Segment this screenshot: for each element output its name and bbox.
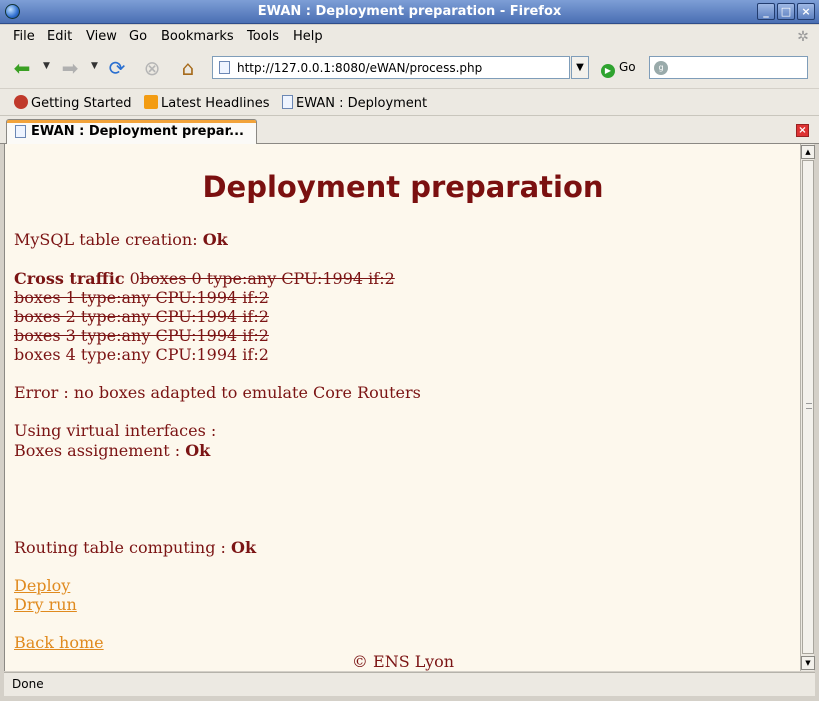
page-title: Deployment preparation — [202, 170, 604, 204]
mysql-status: Ok — [202, 230, 228, 249]
menu-help[interactable]: Help — [293, 29, 323, 44]
deploy-link[interactable]: Deploy — [14, 576, 70, 595]
cross-traffic-count: 0 — [129, 269, 140, 288]
page-icon — [219, 61, 230, 74]
box-line-2: boxes 2 type:any CPU:1994 if:2 — [14, 307, 269, 326]
page-icon — [282, 95, 293, 109]
close-tab-icon[interactable]: × — [796, 124, 809, 137]
tab-ewan-deployment[interactable]: EWAN : Deployment prepar... — [6, 119, 257, 145]
boxes-assignment-label: Boxes assignement : — [14, 441, 181, 460]
firefox-icon — [14, 95, 28, 109]
go-label: Go — [619, 60, 636, 74]
cross-traffic-label: Cross traffic — [14, 269, 125, 288]
forward-dropdown-icon[interactable]: ▼ — [91, 61, 98, 71]
minimize-button[interactable]: _ — [757, 3, 775, 20]
maximize-button[interactable]: □ — [777, 3, 795, 20]
window-titlebar[interactable]: EWAN : Deployment preparation - Firefox … — [0, 0, 819, 24]
search-input[interactable] — [678, 59, 803, 76]
url-input[interactable] — [237, 59, 565, 76]
box-line-0: boxes 0 type:any CPU:1994 if:2 — [139, 269, 395, 288]
navigation-toolbar: ⬅ ▼ ➡ ▼ ⟳ ⊗ ⌂ ▼ ▶ Go g — [0, 48, 819, 88]
box-line-3: boxes 3 type:any CPU:1994 if:2 — [14, 326, 269, 345]
box-line-4: boxes 4 type:any CPU:1994 if:2 — [14, 345, 269, 364]
vertical-scrollbar[interactable]: ▲ ▼ — [800, 144, 815, 671]
back-home-link[interactable]: Back home — [14, 633, 104, 652]
go-arrow-icon: ▶ — [601, 64, 615, 78]
scroll-thumb[interactable] — [802, 160, 814, 654]
footer-copyright: © ENS Lyon — [351, 652, 455, 671]
error-message: Error : no boxes adapted to emulate Core… — [14, 383, 421, 402]
search-engine-icon[interactable]: g — [654, 61, 668, 75]
routing-line: Routing table computing : Ok — [14, 538, 256, 557]
routing-label: Routing table computing : — [14, 538, 226, 557]
boxes-assignment-line: Boxes assignement : Ok — [14, 441, 210, 460]
menu-view[interactable]: View — [86, 29, 117, 44]
menu-tools[interactable]: Tools — [247, 29, 279, 44]
status-bar: Done — [4, 672, 815, 696]
tab-bar: EWAN : Deployment prepar... × — [0, 116, 819, 145]
bookmark-latest-headlines[interactable]: Latest Headlines — [144, 95, 270, 111]
bookmark-getting-started[interactable]: Getting Started — [14, 95, 132, 111]
close-window-button[interactable]: × — [797, 3, 815, 20]
menu-bookmarks[interactable]: Bookmarks — [161, 29, 234, 44]
scroll-grip-icon — [806, 403, 812, 409]
dry-run-link[interactable]: Dry run — [14, 595, 77, 614]
search-box[interactable]: g — [649, 56, 808, 79]
menu-edit[interactable]: Edit — [47, 29, 72, 44]
resize-grip-icon[interactable] — [803, 684, 813, 694]
rss-icon — [144, 95, 158, 109]
throbber-icon: ✲ — [797, 29, 809, 45]
menu-bar: File Edit View Go Bookmarks Tools Help ✲ — [0, 25, 819, 48]
url-dropdown-icon[interactable]: ▼ — [571, 56, 589, 79]
bookmark-label: EWAN : Deployment — [296, 96, 428, 111]
virtual-interfaces-line: Using virtual interfaces : — [14, 421, 217, 440]
cross-traffic-line: Cross traffic 0boxes 0 type:any CPU:1994… — [14, 269, 395, 288]
reload-icon[interactable]: ⟳ — [103, 54, 131, 82]
menu-go[interactable]: Go — [129, 29, 147, 44]
bookmark-ewan-deployment[interactable]: EWAN : Deployment — [282, 95, 427, 111]
window-title: EWAN : Deployment preparation - Firefox — [257, 4, 562, 19]
back-arrow-icon[interactable]: ⬅ — [8, 54, 36, 82]
go-button[interactable]: ▶ Go — [601, 60, 636, 78]
mysql-label: MySQL table creation: — [14, 230, 198, 249]
boxes-assignment-status: Ok — [185, 441, 211, 460]
url-bar[interactable] — [212, 56, 570, 79]
bookmarks-toolbar: Getting Started Latest Headlines EWAN : … — [0, 89, 819, 116]
status-text: Done — [12, 677, 44, 691]
mysql-line: MySQL table creation: Ok — [14, 230, 228, 249]
box-line-1: boxes 1 type:any CPU:1994 if:2 — [14, 288, 269, 307]
bookmark-label: Latest Headlines — [161, 96, 270, 111]
bookmark-label: Getting Started — [31, 96, 132, 111]
routing-status: Ok — [231, 538, 257, 557]
forward-arrow-icon[interactable]: ➡ — [56, 54, 84, 82]
scroll-up-icon[interactable]: ▲ — [801, 145, 815, 159]
menu-file[interactable]: File — [13, 29, 35, 44]
stop-icon[interactable]: ⊗ — [138, 54, 166, 82]
home-icon[interactable]: ⌂ — [174, 54, 202, 82]
page-content: Deployment preparation MySQL table creat… — [4, 144, 800, 671]
tab-label: EWAN : Deployment prepar... — [31, 124, 244, 139]
page-icon — [15, 125, 26, 138]
back-dropdown-icon[interactable]: ▼ — [43, 61, 50, 71]
scroll-down-icon[interactable]: ▼ — [801, 656, 815, 670]
